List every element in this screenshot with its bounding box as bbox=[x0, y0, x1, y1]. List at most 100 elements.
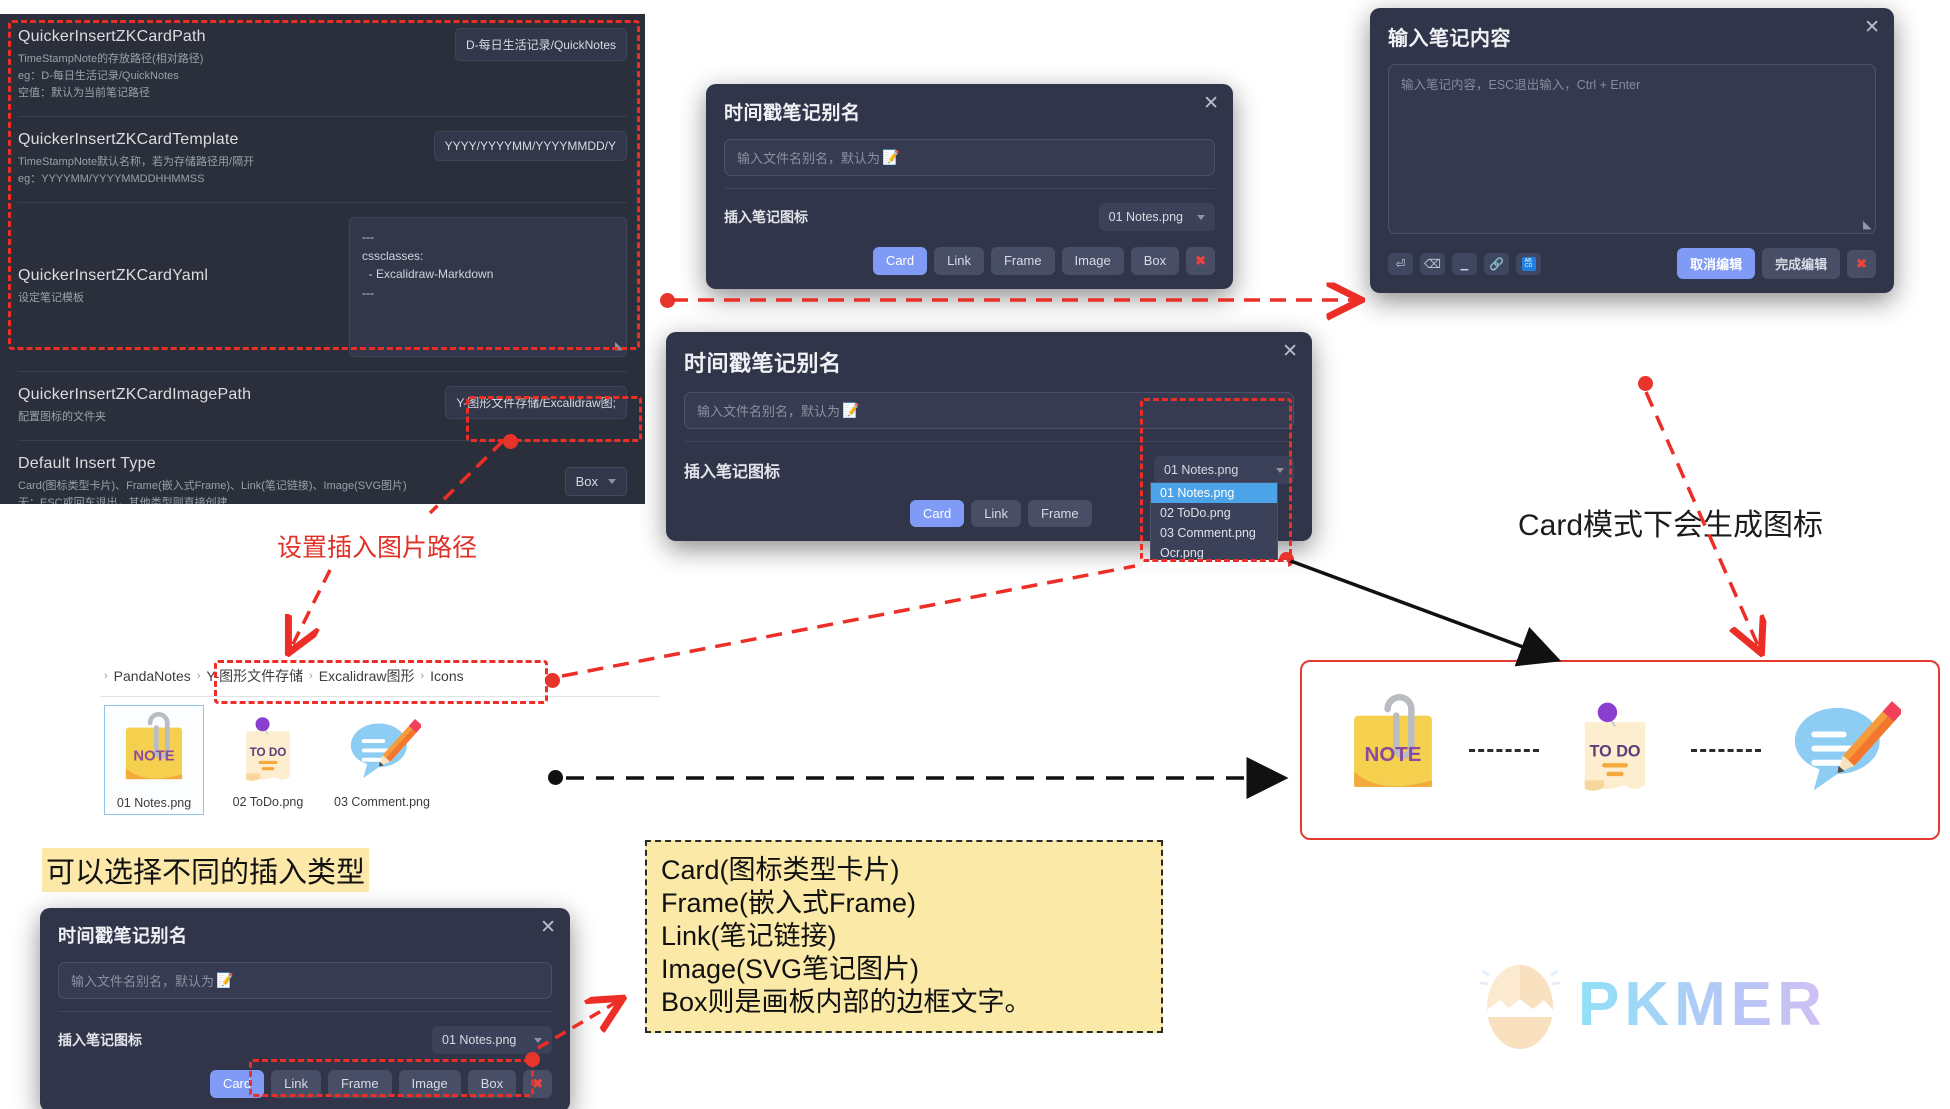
card-button[interactable]: Card bbox=[872, 247, 928, 275]
file-label: 02 ToDo.png bbox=[232, 795, 304, 809]
link-icon[interactable]: 🔗 bbox=[1484, 252, 1509, 275]
enter-key-icon[interactable]: ⏎ bbox=[1388, 252, 1413, 275]
setting-info: QuickerInsertZKCardImagePath 配置图标的文件夹 bbox=[18, 386, 251, 426]
setting-name: Default Insert Type bbox=[18, 455, 156, 473]
memo-emoji-icon: 📝 bbox=[882, 149, 900, 165]
divider bbox=[724, 188, 1215, 189]
breadcrumb-separator-icon: › bbox=[104, 670, 108, 682]
result-todo-pinned-icon: TO DO bbox=[1561, 694, 1669, 807]
abc-glyph: AB CD bbox=[1521, 256, 1536, 271]
note-line-card: Card(图标类型卡片) bbox=[661, 855, 900, 885]
annotation-card-generates-icon: Card模式下会生成图标 bbox=[1518, 509, 1824, 542]
connector-dot-dialog-top bbox=[660, 293, 675, 308]
confirm-edit-button[interactable]: 完成编辑 bbox=[1762, 248, 1841, 279]
result-connector-dash-1 bbox=[1469, 748, 1539, 752]
default-insert-type-value: Box bbox=[575, 474, 598, 490]
note-dialog-actions: 取消编辑 完成编辑 ✖ bbox=[1677, 248, 1876, 279]
alias-input[interactable]: 输入文件名别名，默认为 📝 bbox=[58, 962, 552, 999]
file-item-notes[interactable]: NOTE 01 Notes.png bbox=[104, 705, 204, 815]
note-icon-select-value: 01 Notes.png bbox=[442, 1033, 517, 1047]
frame-button[interactable]: Frame bbox=[990, 247, 1055, 275]
annotation-rect-dropdown bbox=[1140, 398, 1292, 562]
image-button[interactable]: Image bbox=[1061, 247, 1124, 275]
alias-input-placeholder: 输入文件名别名，默认为 bbox=[737, 151, 881, 166]
frame-button[interactable]: Frame bbox=[1028, 500, 1092, 527]
note-icon-select[interactable]: 01 Notes.png bbox=[432, 1026, 552, 1054]
file-item-todo[interactable]: TO DO 02 ToDo.png bbox=[218, 705, 318, 815]
box-button[interactable]: Box bbox=[1130, 247, 1180, 275]
close-icon[interactable]: ✕ bbox=[1282, 342, 1298, 361]
alias-input[interactable]: 输入文件名别名，默认为 📝 bbox=[724, 139, 1215, 176]
connector-dot-insert-buttons bbox=[525, 1052, 540, 1067]
connector-dot-note-dialog bbox=[1638, 376, 1653, 391]
note-line-link: Link(笔记链接) bbox=[661, 920, 837, 951]
icon-field-label: 插入笔记图标 bbox=[724, 209, 808, 225]
annotation-can-choose-type: 可以选择不同的插入类型 bbox=[42, 848, 370, 892]
dialog-title: 时间戳笔记别名 bbox=[58, 926, 188, 946]
setting-name: QuickerInsertZKCardImagePath bbox=[18, 386, 252, 404]
memo-emoji-icon: 📝 bbox=[842, 402, 860, 418]
close-icon[interactable]: ✕ bbox=[540, 918, 556, 937]
note-content-placeholder: 输入笔记内容，ESC退出输入，Ctrl + Enter bbox=[1401, 78, 1641, 92]
pkmer-wordmark: PKMER bbox=[1578, 969, 1827, 1039]
cancel-edit-button[interactable]: 取消编辑 bbox=[1677, 248, 1756, 279]
breadcrumb-item-0[interactable]: PandaNotes bbox=[114, 668, 191, 684]
close-icon[interactable]: ✕ bbox=[1203, 94, 1219, 113]
setting-control: Box bbox=[564, 455, 627, 497]
file-label: 03 Comment.png bbox=[334, 795, 430, 809]
alias-input-placeholder: 输入文件名别名，默认为 bbox=[697, 404, 841, 419]
close-button[interactable]: ✖ bbox=[1847, 249, 1876, 278]
comment-pencil-icon bbox=[343, 711, 423, 789]
annotation-rect-settings bbox=[8, 20, 640, 350]
space-bar-icon[interactable]: ▁ bbox=[1452, 252, 1477, 275]
setting-info: Default Insert Type Card(图标类型卡片)、Frame(嵌… bbox=[18, 455, 407, 504]
result-comment-pencil-icon bbox=[1783, 689, 1904, 812]
icon-field-label: 插入笔记图标 bbox=[684, 464, 781, 481]
pkmer-watermark: PKMER bbox=[1478, 955, 1827, 1053]
chevron-down-icon bbox=[608, 479, 616, 485]
svg-text:NOTE: NOTE bbox=[1365, 742, 1422, 765]
note-dialog-toolbar: ⏎ ⌫ ▁ 🔗 AB CD 取消编辑 完成编辑 ✖ bbox=[1388, 248, 1876, 279]
backspace-icon[interactable]: ⌫ bbox=[1420, 252, 1445, 275]
icon-field-row: 插入笔记图标 01 Notes.png bbox=[724, 203, 1215, 231]
card-button[interactable]: Card bbox=[910, 500, 965, 527]
chevron-down-icon bbox=[1197, 214, 1205, 220]
file-item-comment[interactable]: 03 Comment.png bbox=[332, 705, 432, 815]
note-line-box: Box则是画板内部的边框文字。 bbox=[661, 986, 1032, 1017]
setting-desc-line: 无：ESC或回车退出，其他类型则直接创建 bbox=[18, 497, 228, 504]
link-button[interactable]: Link bbox=[934, 247, 984, 275]
toolbar-icons: ⏎ ⌫ ▁ 🔗 AB CD bbox=[1388, 252, 1541, 275]
breadcrumb-separator-icon: › bbox=[196, 670, 201, 682]
annotation-set-image-path: 设置插入图片路径 bbox=[277, 534, 478, 562]
note-icon-select-value: 01 Notes.png bbox=[1108, 210, 1183, 224]
svg-text:NOTE: NOTE bbox=[133, 748, 174, 764]
result-note-sticky-icon: NOTE bbox=[1339, 693, 1447, 807]
close-button[interactable]: ✖ bbox=[1186, 247, 1215, 275]
default-insert-type-select[interactable]: Box bbox=[564, 467, 627, 497]
setting-desc: 配置图标的文件夹 bbox=[18, 411, 106, 424]
annotation-insert-types-note: Card(图标类型卡片) Frame(嵌入式Frame) Link(笔记链接) … bbox=[645, 840, 1163, 1033]
link-button[interactable]: Link bbox=[971, 500, 1022, 527]
dialog-title: 输入笔记内容 bbox=[1388, 28, 1511, 50]
annotation-rect-breadcrumb bbox=[214, 660, 548, 704]
divider bbox=[58, 1011, 552, 1012]
abc-keyboard-icon[interactable]: AB CD bbox=[1516, 252, 1541, 275]
dialog-title: 时间戳笔记别名 bbox=[684, 351, 842, 376]
svg-text:TO DO: TO DO bbox=[250, 746, 287, 759]
note-content-textarea[interactable]: 输入笔记内容，ESC退出输入，Ctrl + Enter ◢ bbox=[1388, 64, 1876, 234]
connector-dot-files bbox=[548, 770, 563, 785]
note-line-frame: Frame(嵌入式Frame) bbox=[661, 887, 916, 918]
dialog-actions: Card Link Frame Image Box ✖ bbox=[724, 247, 1215, 275]
file-label: 01 Notes.png bbox=[116, 796, 192, 810]
connector-dot-breadcrumb bbox=[545, 673, 560, 688]
alias-input-placeholder: 输入文件名别名，默认为 bbox=[71, 974, 215, 989]
svg-text:TO DO: TO DO bbox=[1590, 742, 1641, 760]
resize-grip-icon[interactable]: ◢ bbox=[1863, 218, 1871, 231]
close-icon[interactable]: ✕ bbox=[1864, 18, 1880, 37]
note-line-image: Image(SVG笔记图片) bbox=[661, 953, 920, 984]
icon-field-row: 插入笔记图标 01 Notes.png bbox=[58, 1026, 552, 1054]
annotation-rect-image-path bbox=[466, 396, 642, 442]
note-icon-select[interactable]: 01 Notes.png bbox=[1098, 203, 1215, 231]
chevron-down-icon bbox=[534, 1037, 542, 1043]
timestamp-alias-dialog-top: 时间戳笔记别名 ✕ 输入文件名别名，默认为 📝 插入笔记图标 01 Notes.… bbox=[706, 84, 1233, 289]
